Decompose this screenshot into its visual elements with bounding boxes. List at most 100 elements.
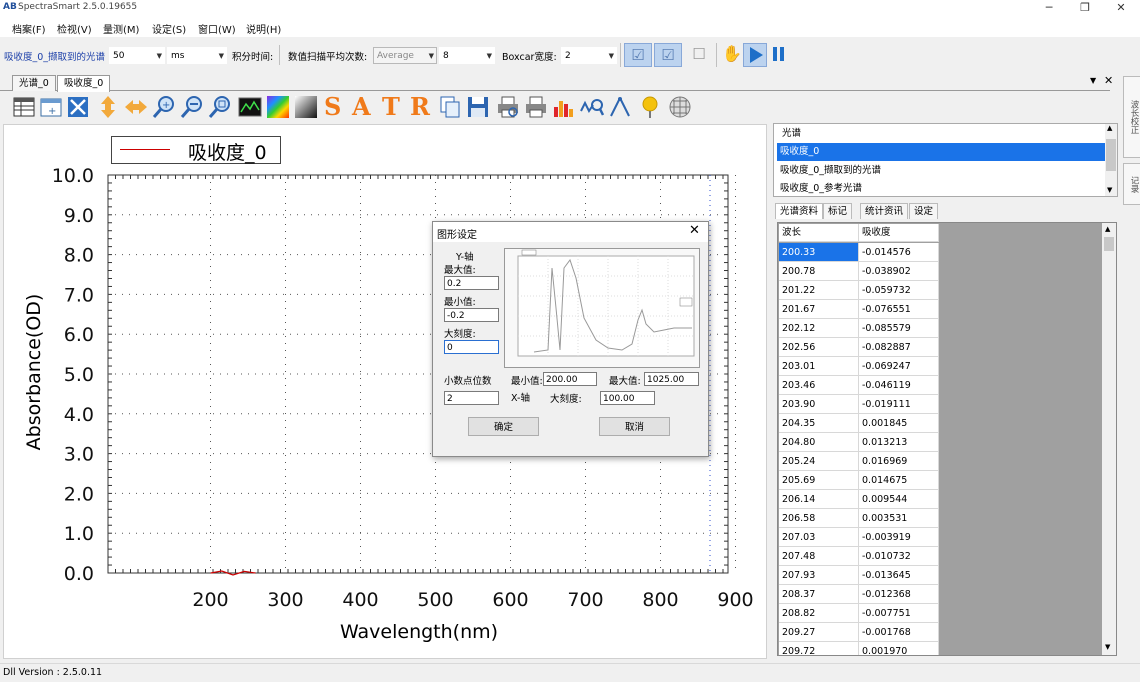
table-cell-wavelength[interactable]: 205.69: [779, 471, 859, 490]
r-icon[interactable]: R: [410, 95, 434, 119]
table-cell-absorbance[interactable]: -0.046119: [859, 376, 939, 395]
scroll-thumb[interactable]: [1106, 139, 1116, 171]
x-max-input[interactable]: 1025.00: [644, 372, 699, 386]
table-cell-absorbance[interactable]: -0.013645: [859, 566, 939, 585]
menu-window[interactable]: 窗口(W): [198, 21, 236, 36]
minimize-button[interactable]: ─: [1031, 0, 1067, 17]
table-cell-wavelength[interactable]: 207.93: [779, 566, 859, 585]
menu-file[interactable]: 档案(F): [12, 21, 46, 36]
peak-chart-icon[interactable]: [552, 95, 576, 119]
t-icon[interactable]: T: [382, 95, 406, 119]
ok-button[interactable]: 确定: [468, 417, 539, 436]
spectrum-list-item[interactable]: 吸收度_0: [777, 143, 1107, 161]
table-cell-wavelength[interactable]: 207.48: [779, 547, 859, 566]
fit-window-icon[interactable]: [66, 95, 90, 119]
hand-icon[interactable]: ✋: [721, 43, 743, 67]
table-cell-absorbance[interactable]: 0.001845: [859, 414, 939, 433]
grid-icon[interactable]: [668, 95, 692, 119]
print-preview-icon[interactable]: [496, 95, 520, 119]
table-cell-absorbance[interactable]: -0.076551: [859, 300, 939, 319]
grayscale-icon[interactable]: [294, 95, 318, 119]
table-cell-wavelength[interactable]: 204.35: [779, 414, 859, 433]
dark-toggle-icon[interactable]: ☐: [685, 43, 713, 67]
table-cell-wavelength[interactable]: 201.67: [779, 300, 859, 319]
table-cell-wavelength[interactable]: 208.82: [779, 604, 859, 623]
table-cell-wavelength[interactable]: 208.37: [779, 585, 859, 604]
table-cell-absorbance[interactable]: 0.016969: [859, 452, 939, 471]
table-cell-absorbance[interactable]: -0.059732: [859, 281, 939, 300]
table-cell-wavelength[interactable]: 203.90: [779, 395, 859, 414]
table-header-wavelength[interactable]: 波长: [779, 224, 859, 242]
integration-time-combo[interactable]: 50 ▼: [109, 47, 165, 64]
tab-spectrum[interactable]: 光谱_0: [12, 75, 56, 91]
table-cell-wavelength[interactable]: 209.72: [779, 642, 859, 655]
table-cell-wavelength[interactable]: 209.27: [779, 623, 859, 642]
table-cell-absorbance[interactable]: -0.082887: [859, 338, 939, 357]
zoom-in-icon[interactable]: +: [152, 95, 176, 119]
a-icon[interactable]: A: [352, 95, 376, 119]
vertical-scale-icon[interactable]: [96, 95, 120, 119]
scroll-up-icon[interactable]: ▲: [1105, 225, 1110, 233]
table-cell-wavelength[interactable]: 201.22: [779, 281, 859, 300]
y-max-input[interactable]: 0.2: [444, 276, 499, 290]
side-tab-calibration[interactable]: 波长校正: [1123, 76, 1140, 158]
pause-button[interactable]: [769, 43, 789, 67]
maximize-button[interactable]: ❐: [1067, 0, 1103, 17]
spectrum-list-item[interactable]: 吸收度_0_撷取到的光谱: [777, 162, 1107, 180]
add-window-icon[interactable]: +: [39, 95, 63, 119]
table-cell-absorbance[interactable]: -0.007751: [859, 604, 939, 623]
table-cell-absorbance[interactable]: 0.014675: [859, 471, 939, 490]
table-cell-absorbance[interactable]: -0.019111: [859, 395, 939, 414]
checked-measure-icon[interactable]: ☑: [624, 43, 652, 67]
y-min-input[interactable]: -0.2: [444, 308, 499, 322]
table-cell-absorbance[interactable]: -0.038902: [859, 262, 939, 281]
table-cell-wavelength[interactable]: 207.03: [779, 528, 859, 547]
dialog-close-icon[interactable]: ✕: [689, 223, 700, 238]
checked-reference-icon[interactable]: ☑: [654, 43, 682, 67]
spectrum-color-icon[interactable]: [266, 95, 290, 119]
table-cell-wavelength[interactable]: 203.46: [779, 376, 859, 395]
table-cell-wavelength[interactable]: 202.12: [779, 319, 859, 338]
tab-spectrum-data[interactable]: 光谱资料: [775, 203, 824, 219]
mode-label[interactable]: 吸收度_0_撷取到的光谱: [4, 49, 105, 63]
side-tab-log[interactable]: 记录: [1123, 163, 1140, 205]
average-count-combo[interactable]: 8 ▼: [439, 47, 495, 64]
marker-pin-icon[interactable]: [638, 95, 662, 119]
menu-view[interactable]: 检视(V): [57, 21, 92, 36]
save-icon[interactable]: [466, 95, 490, 119]
scroll-down-icon[interactable]: ▼: [1105, 643, 1110, 651]
table-cell-absorbance[interactable]: 0.009544: [859, 490, 939, 509]
zoom-out-icon[interactable]: [180, 95, 204, 119]
scroll-thumb[interactable]: [1104, 237, 1114, 251]
tab-statistics[interactable]: 统计资讯: [860, 203, 909, 219]
chart-background-icon[interactable]: [238, 95, 262, 119]
copy-icon[interactable]: [438, 95, 462, 119]
menu-measure[interactable]: 量测(M): [103, 21, 139, 36]
tab-close-icon[interactable]: ✕: [1104, 74, 1113, 87]
scroll-down-icon[interactable]: ▼: [1107, 186, 1112, 194]
x-min-input[interactable]: 200.00: [543, 372, 597, 386]
menu-help[interactable]: 说明(H): [246, 21, 281, 36]
horizontal-scale-icon[interactable]: [124, 95, 148, 119]
print-icon[interactable]: [524, 95, 548, 119]
table-cell-wavelength[interactable]: 205.24: [779, 452, 859, 471]
tab-absorbance[interactable]: 吸收度_0: [57, 75, 111, 92]
table-cell-absorbance[interactable]: 0.001970: [859, 642, 939, 655]
average-mode-combo[interactable]: Average ▼: [373, 47, 437, 64]
play-button[interactable]: [743, 43, 767, 67]
zoom-fit-icon[interactable]: [208, 95, 232, 119]
tab-dropdown-icon[interactable]: ▼: [1090, 76, 1096, 85]
table-cell-wavelength[interactable]: 202.56: [779, 338, 859, 357]
scroll-up-icon[interactable]: ▲: [1107, 124, 1112, 132]
peak-search-icon[interactable]: [580, 95, 605, 119]
tab-settings[interactable]: 设定: [909, 203, 939, 219]
table-cell-absorbance[interactable]: 0.013213: [859, 433, 939, 452]
measure-tool-icon[interactable]: [608, 95, 632, 119]
table-cell-wavelength[interactable]: 204.80: [779, 433, 859, 452]
table-view-icon[interactable]: [12, 95, 36, 119]
table-cell-wavelength[interactable]: 206.14: [779, 490, 859, 509]
cancel-button[interactable]: 取消: [599, 417, 670, 436]
table-cell-wavelength[interactable]: 206.58: [779, 509, 859, 528]
table-cell-wavelength[interactable]: 200.33: [779, 243, 859, 262]
y-major-input[interactable]: 0: [444, 340, 499, 354]
